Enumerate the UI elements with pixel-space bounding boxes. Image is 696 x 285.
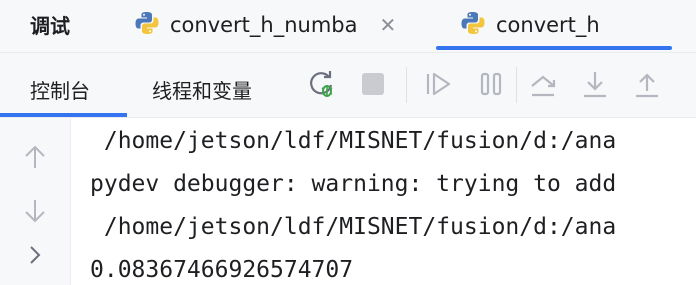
chevron-right-icon[interactable] <box>22 242 48 268</box>
arrow-up-icon[interactable] <box>22 144 48 170</box>
step-out-icon[interactable] <box>632 69 662 99</box>
toolbar-separator <box>516 67 517 103</box>
python-icon <box>460 10 486 40</box>
console-line: /home/jetson/ldf/MISNET/fusion/d:/ana <box>90 214 617 240</box>
active-tab-indicator <box>436 46 672 50</box>
console-line: pydev debugger: warning: trying to add <box>90 171 617 197</box>
step-into-icon[interactable] <box>580 69 610 99</box>
run-tab-convert-h[interactable]: convert_h <box>460 0 600 50</box>
resume-icon[interactable] <box>424 69 454 99</box>
console-gutter <box>0 118 71 285</box>
step-over-icon[interactable] <box>528 69 558 99</box>
pause-icon[interactable] <box>476 69 506 99</box>
tab-threads-variables[interactable]: 线程和变量 <box>152 75 252 104</box>
debug-toolbar: 控制台 线程和变量 <box>0 53 696 118</box>
active-subtab-indicator <box>0 113 127 117</box>
debug-tool-window-header: 调试 convert_h_numba ✕ convert_h <box>0 0 696 53</box>
close-icon[interactable]: ✕ <box>380 13 397 37</box>
arrow-down-icon[interactable] <box>22 198 48 224</box>
debug-panel-title: 调试 <box>30 14 70 38</box>
console-output[interactable]: /home/jetson/ldf/MISNET/fusion/d:/ana py… <box>90 118 696 285</box>
run-tab-label: convert_h <box>496 13 600 37</box>
run-tab-label: convert_h_numba <box>170 13 358 37</box>
console-line: 0.08367466926574707 <box>90 257 354 283</box>
run-tab-convert-h-numba[interactable]: convert_h_numba ✕ <box>134 0 396 50</box>
toolbar-separator <box>406 67 407 103</box>
python-icon <box>134 10 160 40</box>
rerun-debug-icon[interactable] <box>307 69 337 99</box>
tab-console[interactable]: 控制台 <box>30 75 90 104</box>
stop-icon[interactable] <box>358 69 388 99</box>
console-line: /home/jetson/ldf/MISNET/fusion/d:/ana <box>90 128 617 154</box>
